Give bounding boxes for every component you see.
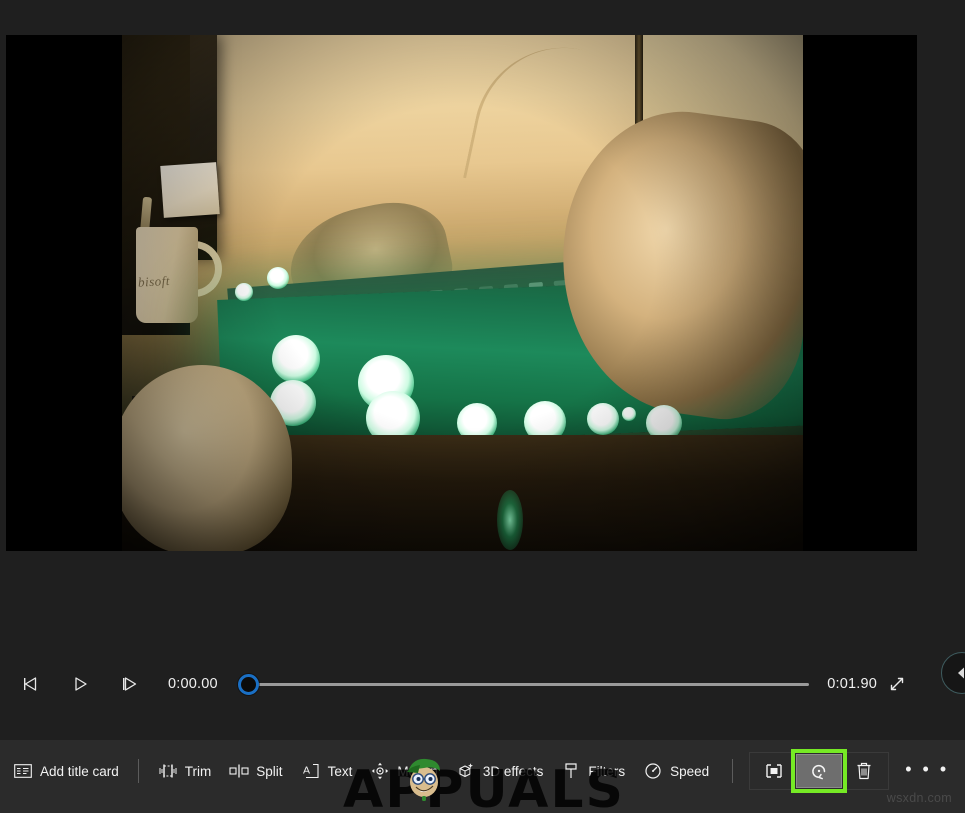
svg-text:A: A (303, 765, 310, 777)
toolbar-separator-2 (732, 759, 733, 783)
delete-button[interactable] (842, 754, 886, 788)
transform-icon-group (749, 752, 889, 790)
preview-area: bisoft (0, 0, 965, 650)
split-button[interactable]: Split (220, 756, 291, 786)
speed-icon (643, 761, 663, 781)
total-time-label: 0:01.90 (827, 676, 877, 692)
title-card-icon (13, 761, 33, 781)
motion-icon (370, 761, 390, 781)
rotate-button[interactable] (796, 754, 842, 788)
text-icon: A (301, 761, 321, 781)
scrubber-thumb[interactable] (238, 674, 259, 695)
video-editor-window: bisoft (0, 0, 965, 813)
transport-bar: 0:00.00 0:01.90 (0, 660, 965, 708)
more-options-button[interactable]: • • • (905, 756, 949, 790)
3d-effects-label: 3D effects (483, 764, 544, 779)
speed-button[interactable]: Speed (634, 756, 718, 786)
split-label: Split (256, 764, 282, 779)
add-title-card-button[interactable]: Add title card (4, 756, 128, 786)
filters-icon (561, 761, 581, 781)
toolbar-separator-1 (138, 759, 139, 783)
text-button[interactable]: A Text (292, 756, 362, 786)
text-label: Text (328, 764, 353, 779)
previous-frame-icon[interactable] (12, 665, 50, 703)
video-stage[interactable]: bisoft (6, 35, 917, 551)
split-icon (229, 761, 249, 781)
next-frame-icon[interactable] (110, 665, 148, 703)
scrubber-track[interactable] (244, 683, 809, 686)
current-time-label: 0:00.00 (168, 676, 218, 692)
trim-label: Trim (185, 764, 212, 779)
filters-label: Filters (588, 764, 625, 779)
expand-icon[interactable] (877, 665, 917, 703)
3d-effects-icon (456, 761, 476, 781)
speed-label: Speed (670, 764, 709, 779)
crop-button[interactable] (752, 754, 796, 788)
add-title-card-label: Add title card (40, 764, 119, 779)
video-frame: bisoft (122, 35, 803, 551)
filters-button[interactable]: Filters (552, 756, 634, 786)
trim-button[interactable]: Trim (149, 756, 221, 786)
video-vignette (122, 35, 803, 551)
motion-label: Motion (397, 764, 438, 779)
edit-toolbar: Add title card Trim Split A Text Motion … (0, 740, 965, 813)
trim-icon (158, 761, 178, 781)
play-icon[interactable] (61, 665, 99, 703)
timeline-scrubber[interactable] (230, 665, 809, 703)
motion-button[interactable]: Motion (361, 756, 447, 786)
3d-effects-button[interactable]: 3D effects (447, 756, 553, 786)
